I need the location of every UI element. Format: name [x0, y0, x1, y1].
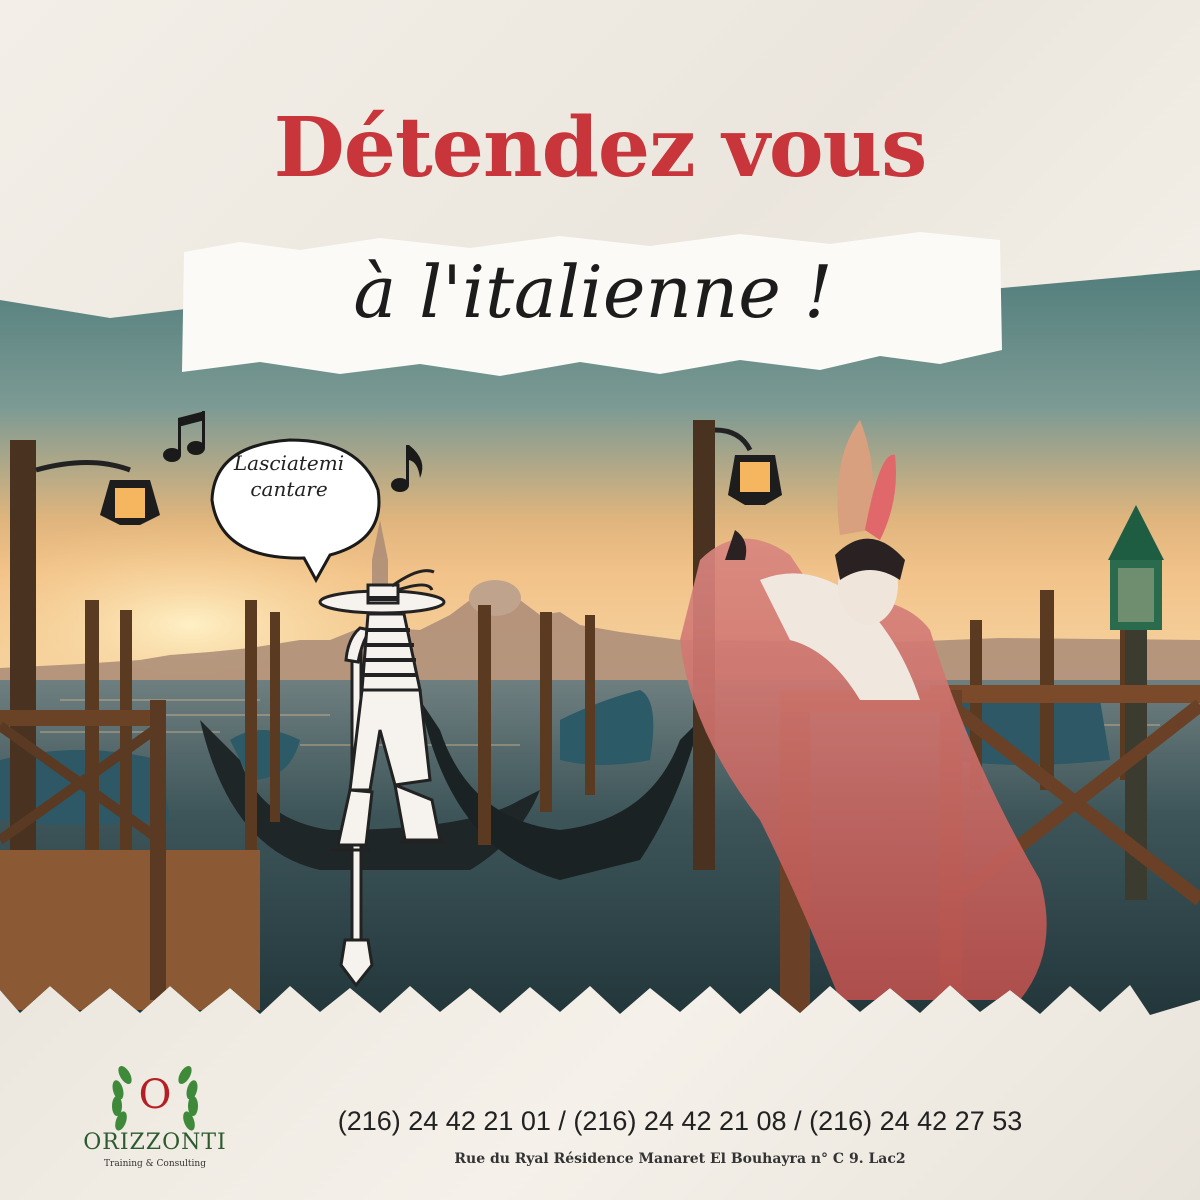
logo-name: ORIZZONTI [83, 1130, 227, 1155]
headline-line2: à l'italienne ! [353, 250, 833, 334]
logo-tagline: Training & Consulting [104, 1159, 206, 1169]
logo-initial: O [138, 1072, 172, 1118]
poster: Détendez vous à l'italienne ! Lasciatemi… [0, 0, 1200, 1200]
speech-bubble-line2: cantare [250, 477, 328, 501]
address: Rue du Ryal Résidence Manaret El Bouhayr… [454, 1151, 906, 1167]
speech-bubble-text: Lasciatemi cantare [214, 450, 364, 502]
phone-numbers: (216) 24 42 21 01 / (216) 24 42 21 08 / … [337, 1106, 1023, 1136]
headline-line1: Détendez vous [273, 100, 928, 196]
speech-bubble-line1: Lasciatemi [233, 451, 345, 475]
